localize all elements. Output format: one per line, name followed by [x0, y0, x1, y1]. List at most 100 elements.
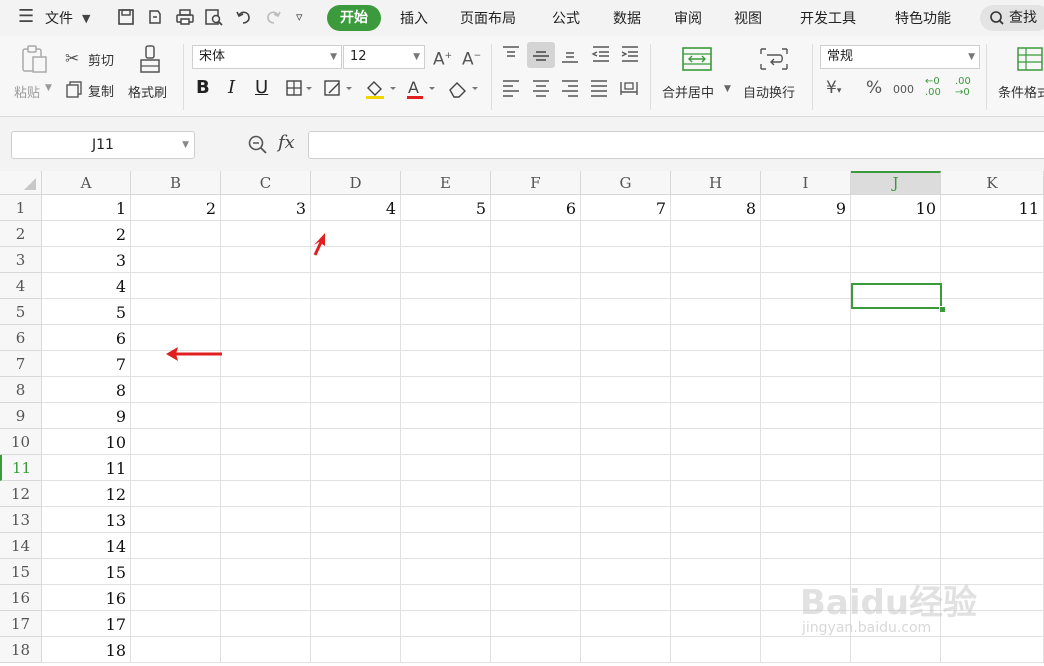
customize-toolbar-icon[interactable]: ▿ [296, 8, 303, 28]
increase-indent-icon[interactable] [619, 44, 641, 69]
cell-h17[interactable] [671, 611, 761, 637]
cell-c3[interactable] [221, 247, 311, 273]
cell-g4[interactable] [581, 273, 671, 299]
cell-h18[interactable] [671, 637, 761, 663]
cell-j9[interactable] [851, 403, 941, 429]
cell-g16[interactable] [581, 585, 671, 611]
cell-a5[interactable]: 5 [42, 299, 131, 325]
underline-icon[interactable]: U [255, 78, 268, 98]
cell-g1[interactable]: 7 [581, 195, 671, 221]
cell-a14[interactable]: 14 [42, 533, 131, 559]
align-bottom-icon[interactable] [559, 44, 581, 69]
increase-font-icon[interactable]: A+ [433, 46, 452, 70]
cell-h2[interactable] [671, 221, 761, 247]
cell-b8[interactable] [131, 377, 221, 403]
cell-c1[interactable]: 3 [221, 195, 311, 221]
cell-j1[interactable]: 10 [851, 195, 941, 221]
cell-f17[interactable] [491, 611, 581, 637]
cell-a6[interactable]: 6 [42, 325, 131, 351]
row-header-8[interactable]: 8 [0, 377, 42, 403]
cell-b1[interactable]: 2 [131, 195, 221, 221]
cell-b3[interactable] [131, 247, 221, 273]
cell-j7[interactable] [851, 351, 941, 377]
cell-e13[interactable] [401, 507, 491, 533]
cell-d17[interactable] [311, 611, 401, 637]
cell-e6[interactable] [401, 325, 491, 351]
cell-i3[interactable] [761, 247, 851, 273]
cell-b18[interactable] [131, 637, 221, 663]
cell-c5[interactable] [221, 299, 311, 325]
cut-button[interactable]: 剪切 [88, 50, 114, 69]
tab-special-features[interactable]: 特色功能 [895, 8, 951, 28]
row-header-11[interactable]: 11 [0, 455, 42, 481]
cell-e14[interactable] [401, 533, 491, 559]
align-middle-icon[interactable] [527, 42, 555, 68]
cell-f4[interactable] [491, 273, 581, 299]
cell-i2[interactable] [761, 221, 851, 247]
cell-h6[interactable] [671, 325, 761, 351]
cell-i9[interactable] [761, 403, 851, 429]
print-preview-icon[interactable] [204, 8, 224, 31]
cell-e10[interactable] [401, 429, 491, 455]
column-header-k[interactable]: K [941, 171, 1044, 195]
row-header-10[interactable]: 10 [0, 429, 42, 455]
borders-icon[interactable] [285, 78, 313, 103]
row-header-7[interactable]: 7 [0, 351, 42, 377]
cell-a8[interactable]: 8 [42, 377, 131, 403]
cell-i8[interactable] [761, 377, 851, 403]
tab-review[interactable]: 审阅 [674, 8, 702, 28]
cell-d13[interactable] [311, 507, 401, 533]
cell-f1[interactable]: 6 [491, 195, 581, 221]
tab-data[interactable]: 数据 [613, 8, 641, 28]
cell-f8[interactable] [491, 377, 581, 403]
select-all-corner[interactable] [0, 171, 42, 195]
cell-d8[interactable] [311, 377, 401, 403]
cell-g13[interactable] [581, 507, 671, 533]
cell-k2[interactable] [941, 221, 1044, 247]
name-box[interactable]: J11 ▼ [11, 131, 195, 159]
cell-e12[interactable] [401, 481, 491, 507]
cell-f2[interactable] [491, 221, 581, 247]
cell-a11[interactable]: 11 [42, 455, 131, 481]
paste-button[interactable]: 粘贴 [14, 82, 40, 101]
cell-i10[interactable] [761, 429, 851, 455]
justify-icon[interactable] [588, 78, 610, 103]
fx-button[interactable]: fx [278, 132, 295, 153]
cell-a17[interactable]: 17 [42, 611, 131, 637]
zoom-formula-icon[interactable] [247, 134, 269, 160]
cell-i7[interactable] [761, 351, 851, 377]
cell-k7[interactable] [941, 351, 1044, 377]
column-header-i[interactable]: I [761, 171, 851, 195]
cell-k5[interactable] [941, 299, 1044, 325]
cell-a15[interactable]: 15 [42, 559, 131, 585]
cell-h9[interactable] [671, 403, 761, 429]
cell-e16[interactable] [401, 585, 491, 611]
cell-d14[interactable] [311, 533, 401, 559]
cell-k18[interactable] [941, 637, 1044, 663]
cell-j13[interactable] [851, 507, 941, 533]
paste-icon[interactable] [20, 44, 48, 79]
cell-k11[interactable] [941, 455, 1044, 481]
cell-e9[interactable] [401, 403, 491, 429]
cell-b9[interactable] [131, 403, 221, 429]
formula-input[interactable] [308, 131, 1044, 159]
cell-h15[interactable] [671, 559, 761, 585]
cell-c7[interactable] [221, 351, 311, 377]
row-header-14[interactable]: 14 [0, 533, 42, 559]
cell-b17[interactable] [131, 611, 221, 637]
cell-h16[interactable] [671, 585, 761, 611]
column-header-e[interactable]: E [401, 171, 491, 195]
cell-g6[interactable] [581, 325, 671, 351]
cell-c10[interactable] [221, 429, 311, 455]
cell-e5[interactable] [401, 299, 491, 325]
cell-i1[interactable]: 9 [761, 195, 851, 221]
cell-i5[interactable] [761, 299, 851, 325]
cell-a12[interactable]: 12 [42, 481, 131, 507]
row-header-13[interactable]: 13 [0, 507, 42, 533]
cell-i6[interactable] [761, 325, 851, 351]
cell-f9[interactable] [491, 403, 581, 429]
cell-c12[interactable] [221, 481, 311, 507]
cell-j6[interactable] [851, 325, 941, 351]
conditional-format-button[interactable]: 条件格式 [998, 82, 1044, 101]
cell-f5[interactable] [491, 299, 581, 325]
